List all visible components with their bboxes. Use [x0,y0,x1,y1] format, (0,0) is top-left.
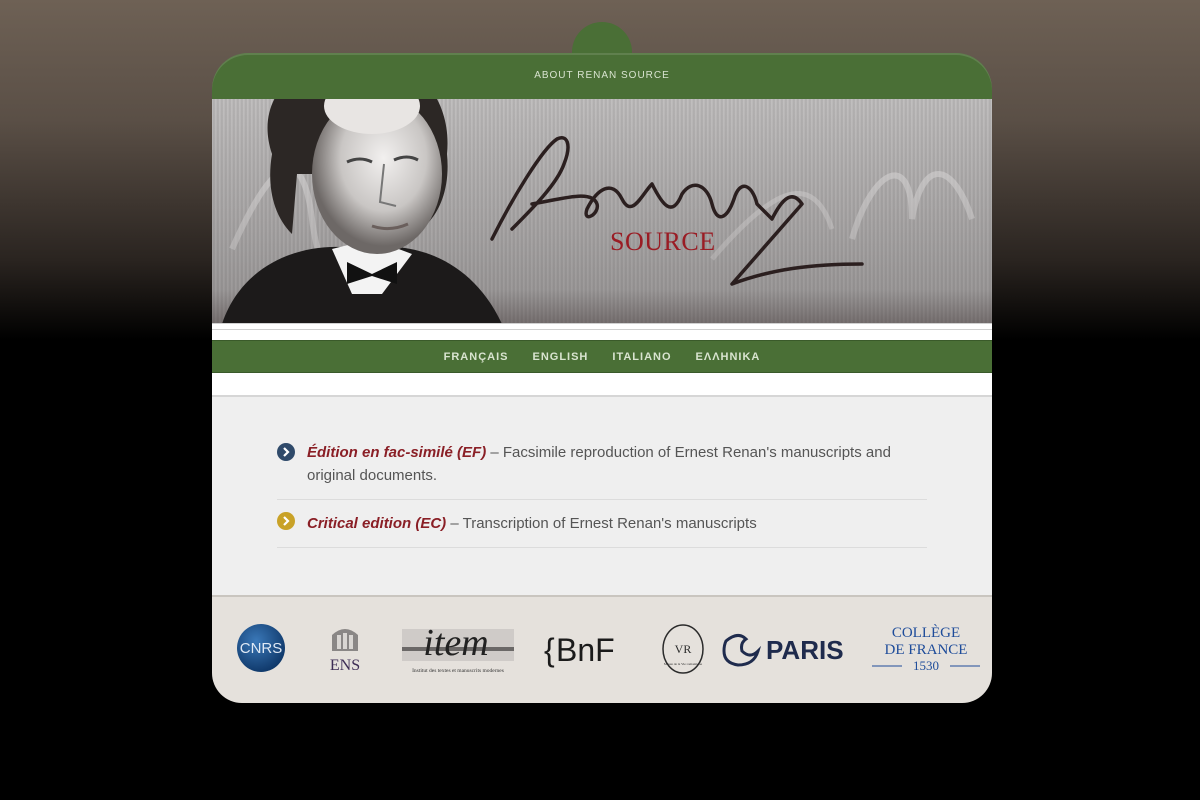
renan-signature [490,136,864,286]
svg-text:COLLÈGE: COLLÈGE [892,624,960,641]
paris-logo[interactable]: PARIS [720,629,860,674]
lang-italiano[interactable]: ITALIANO [612,351,671,363]
edition-list: Édition en fac-similé (EF) – Facsimile r… [277,435,927,548]
language-menu: FRANÇAIS ENGLISH ITALIANO ΕΛΛΗΝΙΚΑ [212,340,992,374]
list-item: Critical edition (EC) – Transcription of… [277,500,927,548]
ens-logo[interactable]: ENS [322,623,368,680]
svg-text:Musée de la Vie romantique: Musée de la Vie romantique [664,662,703,666]
cnrs-logo[interactable]: CNRS [236,623,286,678]
college-de-france-logo[interactable]: COLLÈGE DE FRANCE 1530 [866,621,986,682]
divider-strip-lower [212,373,992,397]
svg-text:Institut des textes et manuscr: Institut des textes et manuscrits modern… [412,668,504,674]
svg-text:ENS: ENS [330,657,360,674]
critical-edition-link[interactable]: Critical edition (EC) [307,515,446,532]
lang-greek[interactable]: ΕΛΛΗΝΙΚΑ [696,351,761,363]
svg-text:DE FRANCE: DE FRANCE [885,642,968,658]
bnf-logo[interactable]: { BnF [542,627,632,676]
svg-text:1530: 1530 [913,658,939,673]
musee-vie-romantique-logo[interactable]: VR Musée de la Vie romantique [660,623,706,680]
svg-text:item: item [423,622,488,664]
page-frame: ABOUT RENAN SOURCE SOURCE FRANÇAIS ENGLI… [212,0,992,703]
renan-portrait-image [222,99,502,323]
lang-english[interactable]: ENGLISH [532,351,588,363]
header-notch [572,22,632,56]
svg-text:VR: VR [675,642,692,656]
edition-description: – Transcription of Ernest Renan's manusc… [446,515,757,532]
item-logo[interactable]: item Institut des textes et manuscrits m… [400,621,516,682]
svg-text:{: { [544,632,555,668]
svg-text:CNRS: CNRS [240,640,283,657]
banner-source-label: SOURCE [610,227,716,256]
svg-text:PARIS: PARIS [766,635,844,665]
content-area: Édition en fac-similé (EF) – Facsimile r… [212,397,992,595]
divider-strip [212,323,992,341]
banner: SOURCE [212,99,992,323]
about-link[interactable]: ABOUT RENAN SOURCE [212,70,992,81]
lang-francais[interactable]: FRANÇAIS [444,351,509,363]
svg-text:BnF: BnF [556,632,615,668]
chevron-right-icon [277,512,295,530]
partners-footer: CNRS ENS item Institut des textes et man… [212,595,992,703]
list-item: Édition en fac-similé (EF) – Facsimile r… [277,435,927,500]
edition-text: Édition en fac-similé (EF) – Facsimile r… [307,441,927,487]
chevron-right-icon [277,443,295,461]
facsimile-edition-link[interactable]: Édition en fac-similé (EF) [307,444,486,461]
edition-text: Critical edition (EC) – Transcription of… [307,512,927,535]
